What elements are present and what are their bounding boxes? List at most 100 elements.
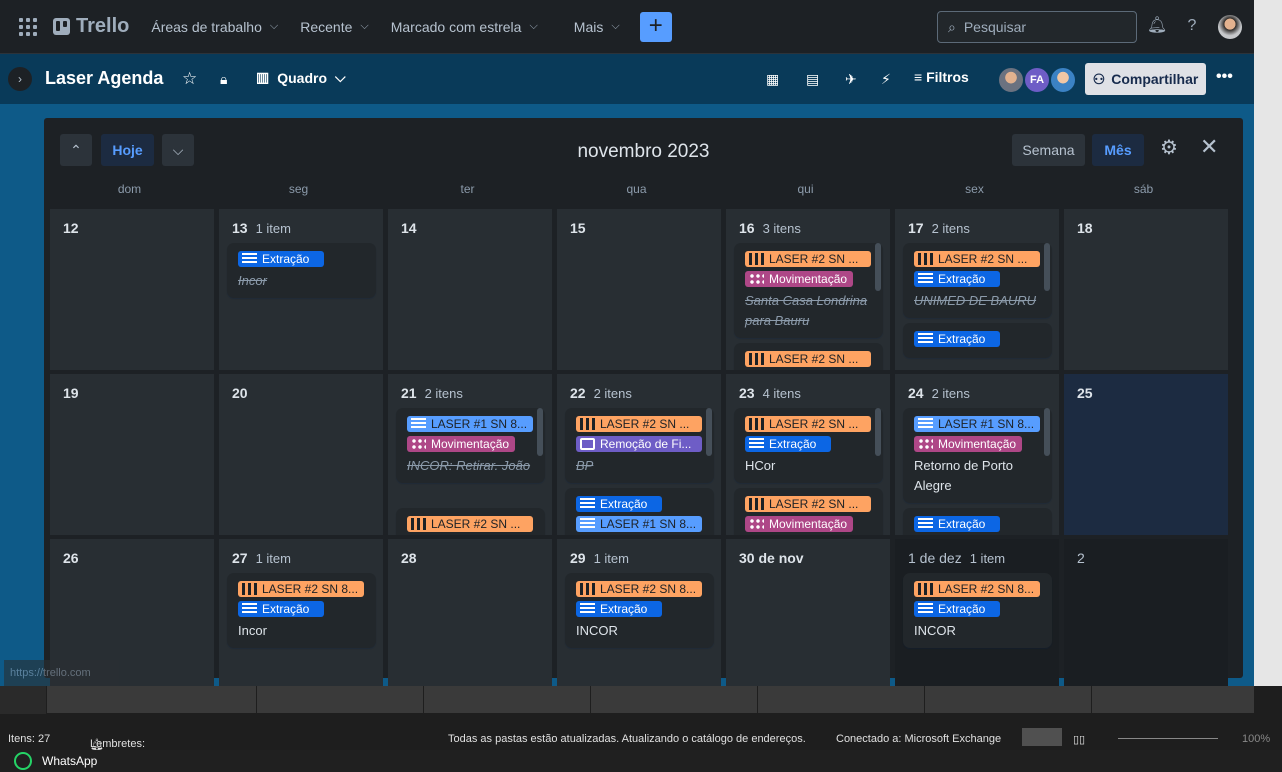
- card-label: LASER #1 SN 8...: [576, 516, 702, 532]
- calendar-card[interactable]: LASER #2 SN 8... Extração INCOR: [903, 573, 1052, 648]
- view-switcher[interactable]: ▥ Quadro ⌵: [256, 69, 346, 86]
- automation-icon[interactable]: ⚡︎: [881, 69, 891, 89]
- calendar-day-cell[interactable]: 17 2 itens LASER #2 SN ... Extração UNIMED D…: [895, 209, 1059, 370]
- filter-icon: ≡: [914, 69, 927, 85]
- zoom-slider[interactable]: [1118, 738, 1218, 739]
- cell-scrollbar[interactable]: [706, 408, 712, 456]
- card-label-text: LASER #1 SN 8...: [431, 417, 528, 431]
- calendar-day-cell[interactable]: 18: [1064, 209, 1228, 370]
- calendar-card[interactable]: LASER #2 SN ...: [734, 343, 883, 370]
- card-label: Movimentação: [745, 271, 853, 287]
- member-avatar[interactable]: [997, 66, 1025, 94]
- month-view-button[interactable]: Mês: [1092, 134, 1144, 166]
- filters-button[interactable]: ≡ Filtros: [914, 69, 969, 85]
- bell-icon[interactable]: 🔔︎: [1146, 15, 1168, 37]
- cell-scrollbar[interactable]: [875, 408, 881, 456]
- calendar-card[interactable]: Extração Incor: [227, 243, 376, 298]
- calendar-day-cell[interactable]: 30 de nov: [726, 539, 890, 700]
- nav-more[interactable]: Mais ⌵: [574, 19, 620, 35]
- nav-recent-label: Recente: [300, 18, 353, 35]
- nav-recent[interactable]: Recente ⌵: [300, 19, 369, 35]
- card-label-text: Movimentação: [431, 437, 510, 451]
- calendar-card[interactable]: Extração: [903, 508, 1052, 535]
- normal-view-icon[interactable]: [1022, 728, 1062, 746]
- item-count: 1 item: [969, 551, 1006, 566]
- calendar-day-cell[interactable]: 12: [50, 209, 214, 370]
- settings-gear-icon[interactable]: ⚙: [1160, 138, 1178, 158]
- calendar-day-cell[interactable]: 15: [557, 209, 721, 370]
- card-title: Retorno de Porto Alegre: [914, 458, 1014, 493]
- day-number-text: 1 de dez: [908, 550, 962, 566]
- calendar-card[interactable]: LASER #2 SN ... Remoção de Fi... BP: [565, 408, 714, 483]
- trello-logo-icon: [53, 18, 70, 35]
- lock-icon[interactable]: 🔒︎: [220, 69, 227, 89]
- calendar-day-cell[interactable]: 22 2 itens LASER #2 SN ... Remoção de Fi...…: [557, 374, 721, 535]
- outlook-status-area: Itens: 27 🔔︎ Lembretes: 6 Todas as pasta…: [0, 686, 1282, 772]
- reading-view-icon[interactable]: ▯▯: [1073, 733, 1085, 746]
- create-button[interactable]: +: [639, 11, 672, 42]
- help-icon[interactable]: ?: [1181, 15, 1203, 37]
- calendar-day-cell[interactable]: 28: [388, 539, 552, 700]
- cell-scrollbar[interactable]: [1044, 243, 1050, 291]
- nav-starred[interactable]: Marcado com estrela ⌵: [391, 19, 538, 35]
- calendar-card[interactable]: LASER #2 SN 8... Extração Incor: [227, 573, 376, 648]
- share-button[interactable]: ⚇ Compartilhar: [1085, 63, 1206, 95]
- week-view-button[interactable]: Semana: [1012, 134, 1085, 166]
- pane-cell: [925, 686, 1092, 714]
- day-number-text: 24: [908, 385, 924, 401]
- day-number-text: 30 de nov: [739, 550, 804, 566]
- calendar-day-cell[interactable]: 13 1 item Extração Incor: [219, 209, 383, 370]
- calendar-day-cell[interactable]: 16 3 itens LASER #2 SN ... Movimentação Sant…: [726, 209, 890, 370]
- more-options-icon[interactable]: •••: [1216, 68, 1233, 86]
- calendar-card[interactable]: LASER #2 SN ... Extração HCor: [734, 408, 883, 483]
- calendar-day-cell[interactable]: 23 4 itens LASER #2 SN ... Extração HCor LASE…: [726, 374, 890, 535]
- calendar-card[interactable]: LASER #2 SN ... Movimentação Santa Casa Lo…: [734, 243, 883, 338]
- day-number: 13 1 item: [232, 220, 291, 236]
- calendar-day-cell[interactable]: 21 2 itens LASER #1 SN 8... Movimentação INC…: [388, 374, 552, 535]
- calendar-card[interactable]: LASER #2 SN ... Movimentação: [734, 488, 883, 535]
- trello-logo[interactable]: Trello: [53, 15, 129, 38]
- calendar-card[interactable]: Extração LASER #1 SN 8...: [565, 488, 714, 535]
- calendar-day-cell[interactable]: 2: [1064, 539, 1228, 700]
- calendar-day-cell[interactable]: 14: [388, 209, 552, 370]
- member-avatar[interactable]: [1049, 66, 1077, 94]
- calendar-card[interactable]: LASER #2 SN 8... Extração INCOR: [565, 573, 714, 648]
- app-switcher-icon[interactable]: [19, 17, 37, 36]
- member-avatar[interactable]: FA: [1023, 66, 1051, 94]
- table-view-icon[interactable]: ▦: [766, 69, 779, 89]
- cell-scrollbar[interactable]: [875, 243, 881, 291]
- search-input[interactable]: ⌕ Pesquisar: [937, 11, 1137, 43]
- close-icon[interactable]: ✕: [1200, 136, 1218, 158]
- calendar-day-cell[interactable]: 27 1 item LASER #2 SN 8... Extração Incor: [219, 539, 383, 700]
- calendar-icon[interactable]: ▤: [806, 69, 819, 89]
- board-title[interactable]: Laser Agenda: [45, 68, 163, 89]
- calendar-day-cell[interactable]: 19: [50, 374, 214, 535]
- item-count: 2 itens: [593, 386, 632, 401]
- calendar-card[interactable]: LASER #2 SN ...: [396, 508, 545, 535]
- calendar-day-cell[interactable]: 24 2 itens LASER #1 SN 8... Movimentação Ret…: [895, 374, 1059, 535]
- star-icon[interactable]: ☆: [182, 69, 197, 89]
- calendar-day-cell[interactable]: 20: [219, 374, 383, 535]
- cell-scrollbar[interactable]: [1044, 408, 1050, 456]
- nav-workspaces[interactable]: Áreas de trabalho ⌵: [151, 19, 278, 35]
- board-area: › Laser Agenda ☆ 🔒︎ ▥ Quadro ⌵ ▦ ▤ ✈︎ ⚡︎ ≡…: [0, 54, 1254, 700]
- sidebar-expand-icon[interactable]: ›: [8, 67, 32, 91]
- user-avatar[interactable]: [1218, 15, 1242, 39]
- calendar-day-cell[interactable]: 25: [1064, 374, 1228, 535]
- cell-scrollbar[interactable]: [537, 408, 543, 456]
- days-of-week-header: dom seg ter qua qui sex sáb: [44, 182, 1243, 198]
- calendar-day-cell[interactable]: 1 de dez 1 item LASER #2 SN 8... Extração IN…: [895, 539, 1059, 700]
- calendar-card[interactable]: LASER #1 SN 8... Movimentação INCOR: Retir…: [396, 408, 545, 483]
- calendar-day-cell[interactable]: 29 1 item LASER #2 SN 8... Extração INCOR: [557, 539, 721, 700]
- calendar-card[interactable]: Extração: [903, 323, 1052, 358]
- day-number-text: 28: [401, 550, 417, 566]
- whatsapp-icon[interactable]: [14, 752, 32, 770]
- pane-cell: [257, 686, 424, 714]
- calendar-card[interactable]: LASER #1 SN 8... Movimentação Retorno de P…: [903, 408, 1052, 503]
- taskbar-app-label[interactable]: WhatsApp: [42, 754, 97, 768]
- calendar-card[interactable]: LASER #2 SN ... Extração UNIMED DE BAURU: [903, 243, 1052, 318]
- rocket-icon[interactable]: ✈︎: [845, 69, 857, 89]
- chevron-down-icon: ⌵: [360, 20, 369, 32]
- day-number-text: 17: [908, 220, 924, 236]
- item-count: 1 item: [255, 221, 291, 236]
